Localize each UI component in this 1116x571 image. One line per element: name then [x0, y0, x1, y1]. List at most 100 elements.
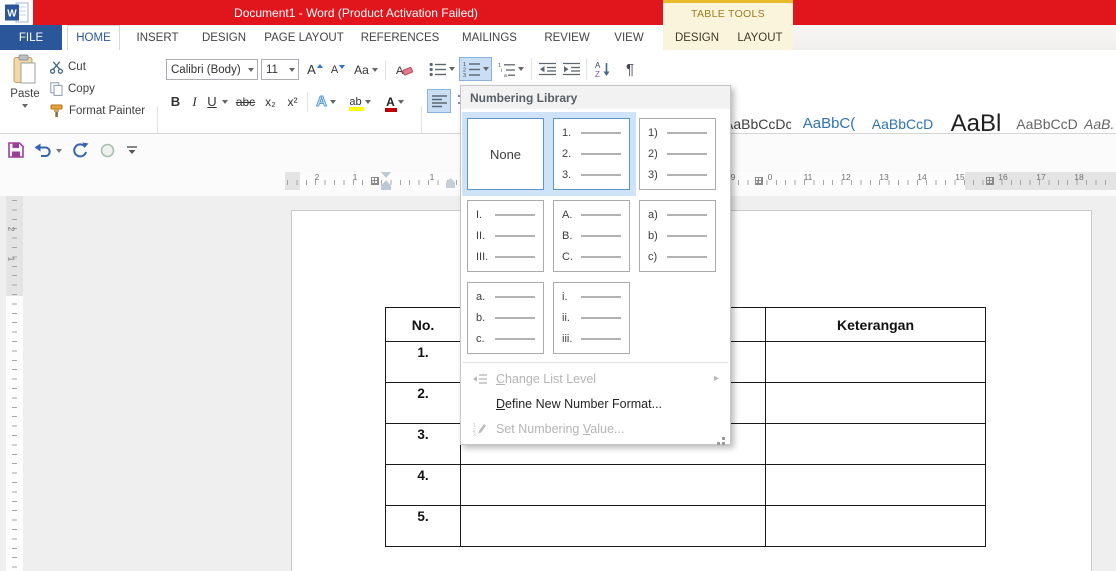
button-divider [307, 92, 308, 112]
multilevel-list-button[interactable]: 1ia [495, 57, 527, 81]
ruler-number: 18 [1074, 172, 1084, 182]
cut-label: Cut [68, 61, 86, 73]
paste-button[interactable]: Paste [2, 54, 48, 132]
font-size-combo[interactable]: 11 [261, 59, 299, 80]
table-cell[interactable] [765, 505, 986, 547]
table-cell[interactable] [765, 341, 986, 383]
table-column-marker-icon[interactable] [986, 177, 994, 185]
ruler-number: 13 [879, 172, 889, 182]
font-color-dropdown-arrow [397, 99, 404, 104]
table-cell[interactable] [460, 505, 766, 547]
tab-file[interactable]: FILE [0, 25, 62, 50]
tab-table-design[interactable]: DESIGN [668, 25, 726, 50]
customize-qat-icon [127, 146, 137, 154]
align-left-button[interactable] [427, 89, 451, 113]
numbering-option-decimal-period[interactable]: 1. 2. 3. [553, 118, 630, 190]
increase-indent-button[interactable] [560, 57, 582, 81]
button-divider [385, 60, 386, 80]
set-numbering-value-icon: 1 2 3 [470, 422, 490, 436]
multilevel-dropdown-arrow [518, 67, 524, 71]
numbering-option-lower-alpha-paren[interactable]: a) b) c) [639, 200, 716, 272]
shrink-font-button[interactable]: A [328, 59, 348, 80]
table-cell[interactable] [765, 382, 986, 424]
row-number-cell[interactable]: 5. [385, 505, 461, 547]
font-color-button[interactable]: A [381, 91, 409, 112]
bullets-button[interactable] [427, 57, 457, 81]
tab-table-layout[interactable]: LAYOUT [731, 25, 789, 50]
superscript-button[interactable]: x² [283, 91, 302, 112]
customize-qat-button[interactable] [127, 146, 137, 155]
tab-review[interactable]: REVIEW [534, 25, 600, 50]
tab-view[interactable]: VIEW [604, 25, 654, 50]
menu-item-change-list-level[interactable]: Change List Level ▸ [462, 366, 729, 391]
font-name-combo[interactable]: Calibri (Body) [166, 59, 258, 80]
tab-insert[interactable]: INSERT [127, 25, 188, 50]
text-effects-button[interactable]: A [313, 91, 339, 112]
numbering-option-lower-alpha[interactable]: a. b. c. [467, 282, 544, 354]
table-tools-tab-group: DESIGN LAYOUT [663, 25, 793, 50]
numbering-option-none[interactable]: None [467, 118, 544, 190]
menu-item-set-numbering-value[interactable]: 1 2 3 Set Numbering Value... [462, 416, 729, 441]
undo-button[interactable] [34, 143, 62, 158]
window-title: Document1 - Word (Product Activation Fai… [234, 5, 478, 20]
ruler-number: 12 [841, 172, 851, 182]
table-cell[interactable] [765, 464, 986, 506]
numbering-option-upper-roman[interactable]: I. II. III. [467, 200, 544, 272]
italic-button[interactable]: I [188, 91, 201, 112]
tab-references[interactable]: REFERENCES [354, 25, 446, 50]
tab-mailings[interactable]: MAILINGS [451, 25, 528, 50]
menu-item-label: Define New Number Format... [496, 396, 663, 411]
header-cell-no[interactable]: No. [385, 307, 461, 342]
table-cell[interactable] [765, 423, 986, 465]
tab-home[interactable]: HOME [67, 25, 120, 50]
change-case-button[interactable]: Aa [352, 59, 380, 80]
menu-item-label: Set Numbering Value... [496, 421, 625, 436]
row-number-cell[interactable]: 4. [385, 464, 461, 506]
row-number-cell[interactable]: 1. [385, 341, 461, 383]
numbering-option-lower-roman[interactable]: i. ii. iii. [553, 282, 630, 354]
underline-dropdown-arrow[interactable] [220, 91, 229, 112]
ruler-number: 1 [6, 256, 17, 262]
decrease-indent-button[interactable] [536, 57, 558, 81]
circle-button[interactable] [100, 143, 115, 158]
table-tools-label: TABLE TOOLS [691, 8, 765, 20]
redo-button[interactable] [72, 142, 89, 158]
ruler-number: 16 [998, 172, 1008, 182]
row-number-cell[interactable]: 3. [385, 423, 461, 465]
table-cell[interactable] [460, 464, 766, 506]
menu-resize-grip[interactable] [722, 437, 725, 440]
tab-page-layout[interactable]: PAGE LAYOUT [259, 25, 349, 50]
cut-button[interactable]: Cut [50, 58, 86, 76]
copy-label: Copy [68, 83, 95, 95]
clear-formatting-button[interactable]: A [392, 59, 416, 80]
table-row: 4. [385, 464, 986, 506]
left-indent-marker[interactable] [381, 186, 391, 190]
ruler-number: 14 [917, 172, 927, 182]
first-line-indent-marker[interactable] [381, 172, 391, 178]
word-window: W Document1 - Word (Product Activation F… [0, 0, 1116, 571]
format-painter-button[interactable]: Format Painter [50, 102, 145, 120]
header-cell-keterangan[interactable]: Keterangan [765, 307, 986, 342]
table-column-marker-icon[interactable] [371, 177, 379, 185]
svg-text:3: 3 [473, 432, 476, 436]
row-number-cell[interactable]: 2. [385, 382, 461, 424]
tab-design[interactable]: DESIGN [194, 25, 254, 50]
bold-button[interactable]: B [167, 91, 184, 112]
grow-font-button[interactable]: A [304, 59, 326, 80]
highlight-color-button[interactable]: ab [345, 91, 375, 112]
menu-item-define-new-number-format[interactable]: Define New Number Format... [462, 391, 729, 416]
numbering-button[interactable]: 123 [459, 57, 492, 81]
svg-text:Z: Z [595, 70, 600, 77]
submenu-arrow-icon: ▸ [713, 373, 719, 384]
save-button[interactable] [8, 142, 24, 158]
subscript-button[interactable]: x₂ [261, 91, 280, 112]
underline-button[interactable]: U [205, 91, 219, 112]
numbering-option-decimal-paren[interactable]: 1) 2) 3) [639, 118, 716, 190]
numbering-option-upper-alpha[interactable]: A. B. C. [553, 200, 630, 272]
title-bar: W Document1 - Word (Product Activation F… [0, 0, 1116, 25]
strikethrough-button[interactable]: abc [233, 91, 258, 112]
sort-button[interactable]: A Z [591, 57, 615, 81]
copy-button[interactable]: Copy [50, 80, 95, 98]
table-column-marker-icon[interactable] [755, 177, 763, 185]
show-formatting-button[interactable]: ¶ [619, 57, 641, 81]
